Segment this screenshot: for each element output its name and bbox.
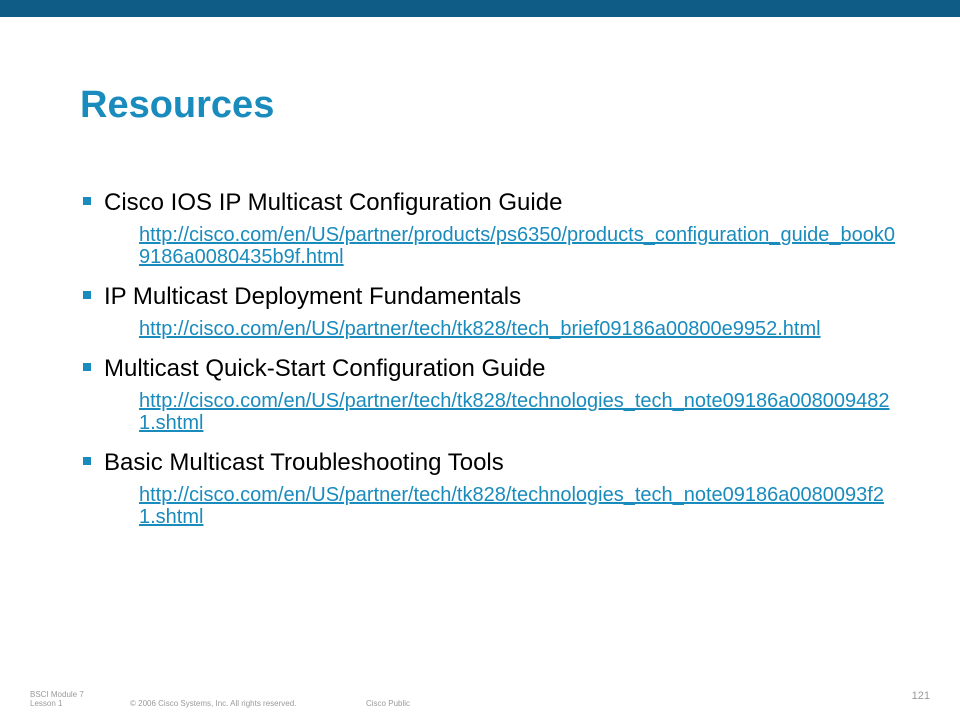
list-item: Multicast Quick-Start Configuration Guid… xyxy=(80,354,910,434)
top-banner xyxy=(0,0,960,17)
square-bullet-icon xyxy=(83,457,91,465)
square-bullet-icon xyxy=(83,197,91,205)
slide-footer: BSCI Module 7 Lesson 1 © 2006 Cisco Syst… xyxy=(0,690,960,720)
resource-link[interactable]: http://cisco.com/en/US/partner/products/… xyxy=(139,224,899,268)
resource-link[interactable]: http://cisco.com/en/US/partner/tech/tk82… xyxy=(139,390,899,434)
classification-label: Cisco Public xyxy=(366,699,411,708)
resource-link[interactable]: http://cisco.com/en/US/partner/tech/tk82… xyxy=(139,484,899,528)
list-item: Basic Multicast Troubleshooting Tools ht… xyxy=(80,448,910,528)
square-bullet-icon xyxy=(83,291,91,299)
list-item: IP Multicast Deployment Fundamentals htt… xyxy=(80,282,910,340)
slide-title: Resources xyxy=(80,84,275,126)
page-number: 121 xyxy=(911,690,930,702)
lesson-label: Lesson 1 xyxy=(30,699,63,708)
resource-heading: Basic Multicast Troubleshooting Tools xyxy=(104,449,504,476)
resource-link[interactable]: http://cisco.com/en/US/partner/tech/tk82… xyxy=(139,318,899,340)
list-item: Cisco IOS IP Multicast Configuration Gui… xyxy=(80,188,910,268)
resource-heading: Cisco IOS IP Multicast Configuration Gui… xyxy=(104,189,563,216)
square-bullet-icon xyxy=(83,363,91,371)
resource-list: Cisco IOS IP Multicast Configuration Gui… xyxy=(80,188,910,542)
course-label: BSCI Module 7 xyxy=(30,690,84,699)
copyright-notice: © 2006 Cisco Systems, Inc. All rights re… xyxy=(130,699,297,708)
resource-heading: Multicast Quick-Start Configuration Guid… xyxy=(104,355,546,382)
resource-heading: IP Multicast Deployment Fundamentals xyxy=(104,283,522,310)
